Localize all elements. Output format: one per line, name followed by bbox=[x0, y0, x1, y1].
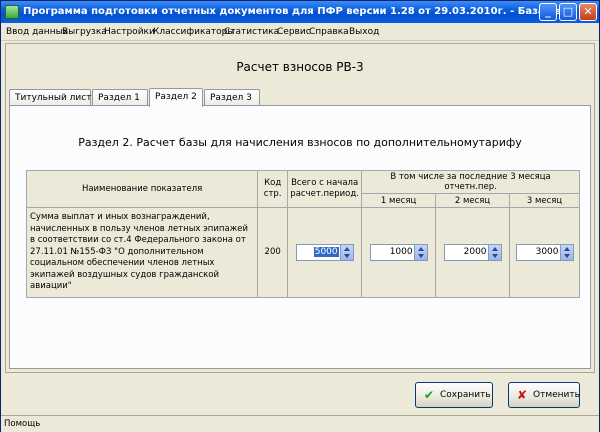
tab-title-page[interactable]: Титульный лист bbox=[9, 89, 91, 106]
spinner-arrows-icon[interactable] bbox=[487, 244, 501, 260]
month1-input[interactable]: 1000 bbox=[369, 243, 428, 261]
menu-item-input[interactable]: Ввод данных bbox=[6, 27, 68, 37]
col-header-last3: В том числе за последние 3 месяца отчетн… bbox=[361, 170, 580, 194]
spinner-arrows-icon[interactable] bbox=[339, 244, 353, 260]
total-input[interactable]: 5000 bbox=[295, 243, 354, 261]
window-title: Программа подготовки отчетных документов… bbox=[23, 6, 568, 17]
month2-input[interactable]: 2000 bbox=[443, 243, 502, 261]
spinner-arrows-icon[interactable] bbox=[559, 244, 573, 260]
cross-icon: ✘ bbox=[517, 388, 528, 402]
row-m2-cell: 2000 bbox=[435, 207, 510, 298]
app-icon bbox=[5, 5, 19, 19]
col-header-code-line2: стр. bbox=[263, 189, 282, 199]
row-description: Сумма выплат и иных вознаграждений, начи… bbox=[25, 207, 259, 298]
section-title: Раздел 2. Расчет базы для начисления взн… bbox=[78, 136, 522, 149]
minimize-button[interactable]: _ bbox=[539, 3, 557, 21]
month2-value: 2000 bbox=[463, 246, 487, 257]
menu-item-exit[interactable]: Выход bbox=[349, 27, 379, 37]
close-button[interactable]: ✕ bbox=[579, 3, 597, 21]
cancel-button-label: Отменить bbox=[533, 390, 580, 400]
title-bar: Программа подготовки отчетных документов… bbox=[1, 1, 599, 23]
status-text: Помощь bbox=[4, 419, 41, 429]
save-button[interactable]: ✔ Сохранить bbox=[415, 382, 493, 408]
col-header-total-line2: расчет.период. bbox=[290, 189, 359, 199]
month3-input[interactable]: 3000 bbox=[515, 243, 574, 261]
data-table: Наименование показателя Код стр. Всего с… bbox=[25, 170, 580, 298]
menu-item-service[interactable]: Сервис bbox=[277, 27, 311, 37]
total-value: 5000 bbox=[313, 246, 339, 257]
month1-value: 1000 bbox=[389, 246, 413, 257]
tab-section-2[interactable]: Раздел 2 bbox=[149, 88, 203, 107]
menu-bar: Ввод данных Выгрузка Настройки Классифик… bbox=[1, 24, 599, 41]
form-title: Расчет взносов РВ-3 bbox=[236, 60, 364, 74]
tab-section-1[interactable]: Раздел 1 bbox=[92, 89, 148, 106]
status-bar: Помощь bbox=[1, 415, 599, 432]
checkmark-icon: ✔ bbox=[424, 388, 435, 402]
col-header-total-line1: Всего с начала bbox=[291, 178, 359, 188]
col-header-total: Всего с начала расчет.период. bbox=[287, 170, 363, 208]
row-code: 200 bbox=[257, 207, 289, 298]
table-row: Сумма выплат и иных вознаграждений, начи… bbox=[25, 207, 580, 298]
cancel-button[interactable]: ✘ Отменить bbox=[508, 382, 580, 408]
col-header-m2: 2 месяц bbox=[435, 193, 510, 208]
spinner-arrows-icon[interactable] bbox=[413, 244, 427, 260]
save-button-label: Сохранить bbox=[440, 390, 491, 400]
row-total-cell: 5000 bbox=[287, 207, 363, 298]
maximize-button[interactable]: □ bbox=[559, 3, 577, 21]
form-header: Расчет взносов РВ-3 bbox=[6, 45, 594, 87]
menu-item-export[interactable]: Выгрузка bbox=[62, 27, 107, 37]
menu-item-statistics[interactable]: Статистика bbox=[224, 27, 279, 37]
month3-value: 3000 bbox=[535, 246, 559, 257]
col-header-name: Наименование показателя bbox=[25, 170, 259, 208]
menu-item-classifiers[interactable]: Классификаторы bbox=[153, 27, 234, 37]
row-m3-cell: 3000 bbox=[509, 207, 580, 298]
col-header-m3: 3 месяц bbox=[509, 193, 580, 208]
menu-item-help[interactable]: Справка bbox=[309, 27, 349, 37]
col-header-m1: 1 месяц bbox=[361, 193, 437, 208]
tab-section-3[interactable]: Раздел 3 bbox=[204, 89, 260, 106]
app-window: Программа подготовки отчетных документов… bbox=[0, 0, 600, 432]
row-m1-cell: 1000 bbox=[361, 207, 437, 298]
menu-item-settings[interactable]: Настройки bbox=[104, 27, 155, 37]
col-header-code-line1: Код bbox=[264, 178, 282, 188]
col-header-code: Код стр. bbox=[257, 170, 289, 208]
